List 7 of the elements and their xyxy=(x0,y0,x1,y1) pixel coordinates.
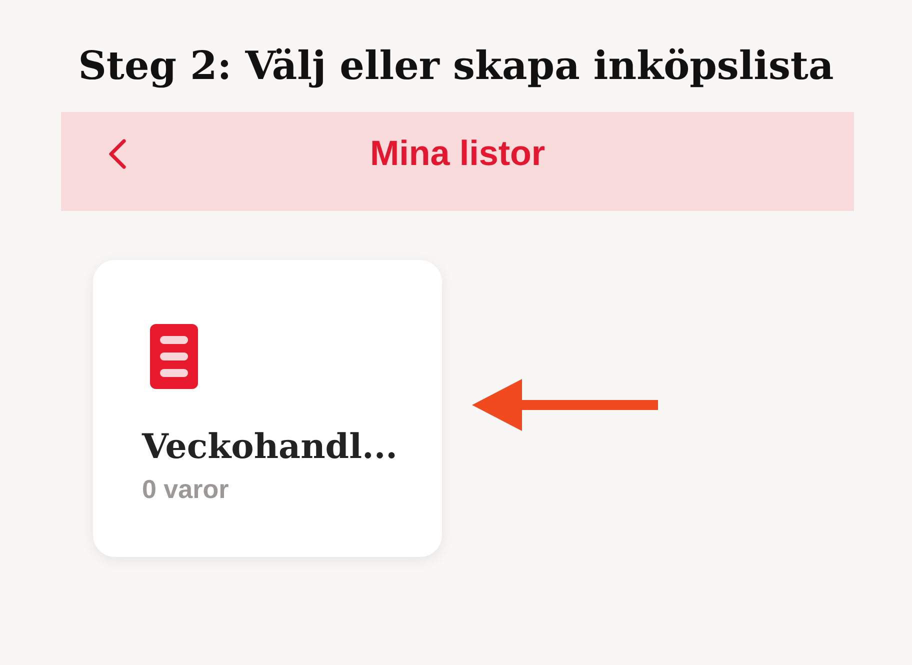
list-icon xyxy=(150,324,198,389)
list-name: Veckohandl... xyxy=(142,428,398,466)
page-title: Steg 2: Välj eller skapa inköpslista xyxy=(78,46,834,86)
list-card[interactable]: Veckohandl... 0 varor xyxy=(93,260,442,557)
header-title: Mina listor xyxy=(370,132,546,174)
item-count: 0 varor xyxy=(142,475,229,504)
back-icon[interactable] xyxy=(108,138,126,168)
